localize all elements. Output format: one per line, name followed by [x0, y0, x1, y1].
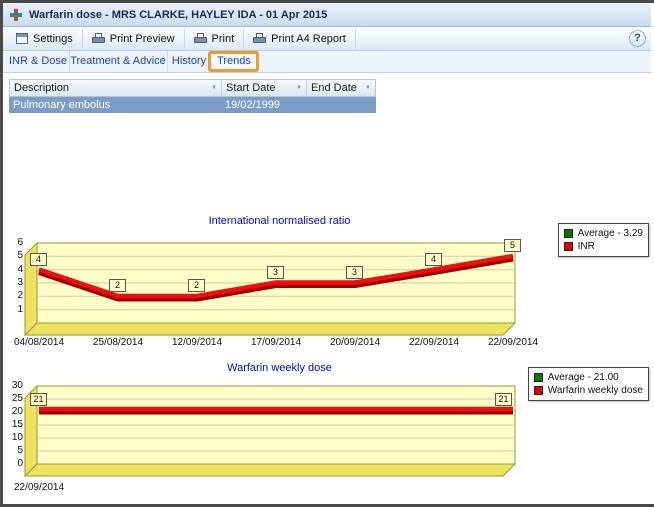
settings-label: Settings [33, 33, 73, 45]
print-preview-label: Print Preview [110, 33, 175, 45]
cell-description: Pulmonary embolus [9, 97, 221, 113]
point-label: 2 [188, 279, 205, 292]
chart-legend: Average - 21.00 Warfarin weekly dose [528, 367, 649, 401]
toolbar: Settings Print Preview Print Print A4 Re… [3, 27, 651, 51]
legend-swatch-dose [534, 386, 543, 395]
print-a4-report-label: Print A4 Report [271, 33, 346, 45]
cell-end-date [306, 97, 374, 113]
legend-item-inr: INR [564, 240, 643, 253]
y-tick: 5 [7, 250, 23, 261]
tab-treatment-and-advice[interactable]: Treatment & Advice [69, 51, 168, 72]
legend-item-average: Average - 3.29 [564, 227, 643, 240]
tab-history[interactable]: History [167, 51, 212, 72]
y-tick: 25 [7, 393, 23, 404]
y-tick: 1 [7, 304, 23, 315]
y-tick: 20 [7, 406, 23, 417]
point-label: 21 [495, 393, 512, 406]
app-icon [9, 8, 23, 22]
sort-icon[interactable]: ▼ [296, 85, 302, 91]
y-tick: 30 [7, 380, 23, 391]
legend-swatch-inr [564, 242, 573, 251]
legend-swatch-average [564, 229, 573, 238]
point-label: 3 [267, 266, 284, 279]
x-tick: 20/09/2014 [323, 337, 387, 348]
sort-icon[interactable]: ▼ [365, 85, 371, 91]
print-preview-button[interactable]: Print Preview [83, 29, 185, 49]
title-bar: Warfarin dose - MRS CLARKE, HAYLEY IDA -… [3, 3, 651, 27]
app-window: Warfarin dose - MRS CLARKE, HAYLEY IDA -… [0, 0, 654, 507]
x-tick: 22/09/2014 [7, 482, 71, 493]
y-tick: 2 [7, 290, 23, 301]
y-tick: 3 [7, 277, 23, 288]
tab-bar: INR & Dose Treatment & Advice History Tr… [3, 51, 651, 73]
point-label: 3 [346, 266, 363, 279]
print-button[interactable]: Print [185, 29, 245, 49]
column-header-end-date[interactable]: End Date ▼ [307, 80, 375, 96]
y-tick: 0 [7, 458, 23, 469]
x-tick: 17/09/2014 [244, 337, 308, 348]
x-tick: 25/08/2014 [86, 337, 150, 348]
column-header-description[interactable]: Description ▼ [10, 80, 222, 96]
tab-inr-and-dose[interactable]: INR & Dose [7, 51, 70, 72]
point-label: 5 [504, 239, 521, 252]
print-label: Print [212, 33, 235, 45]
inr-trend-chart: International normalised ratio Average -… [7, 215, 653, 363]
printer-icon [253, 33, 266, 44]
print-a4-report-button[interactable]: Print A4 Report [244, 29, 356, 49]
dose-trend-chart: Warfarin weekly dose Average - 21.00 War… [7, 362, 653, 498]
y-tick: 6 [7, 237, 23, 248]
legend-item-dose: Warfarin weekly dose [534, 384, 643, 397]
legend-swatch-average [534, 373, 543, 382]
chart-legend: Average - 3.29 INR [558, 223, 649, 257]
point-label: 2 [109, 279, 126, 292]
table-header: Description ▼ Start Date ▼ End Date ▼ [9, 79, 376, 97]
sort-icon[interactable]: ▼ [211, 85, 217, 91]
problems-table: Description ▼ Start Date ▼ End Date ▼ Pu… [9, 79, 376, 113]
settings-button[interactable]: Settings [7, 29, 83, 49]
y-tick: 15 [7, 419, 23, 430]
window-title: Warfarin dose - MRS CLARKE, HAYLEY IDA -… [29, 9, 327, 21]
cell-start-date: 19/02/1999 [221, 97, 306, 113]
x-tick: 22/09/2014 [481, 337, 545, 348]
y-tick: 4 [7, 264, 23, 275]
help-button[interactable]: ? [629, 30, 646, 47]
table-row[interactable]: Pulmonary embolus 19/02/1999 [9, 97, 376, 113]
point-label: 21 [30, 393, 47, 406]
printer-icon [194, 33, 207, 44]
x-tick: 04/08/2014 [7, 337, 71, 348]
y-tick: 10 [7, 432, 23, 443]
settings-icon [16, 33, 28, 44]
printer-icon [92, 33, 105, 44]
column-header-start-date[interactable]: Start Date ▼ [222, 80, 307, 96]
y-tick: 5 [7, 445, 23, 456]
point-label: 4 [425, 253, 442, 266]
point-label: 4 [30, 253, 47, 266]
x-tick: 12/09/2014 [165, 337, 229, 348]
x-tick: 22/09/2014 [402, 337, 466, 348]
legend-item-average: Average - 21.00 [534, 371, 643, 384]
tab-trends[interactable]: Trends [211, 51, 258, 72]
